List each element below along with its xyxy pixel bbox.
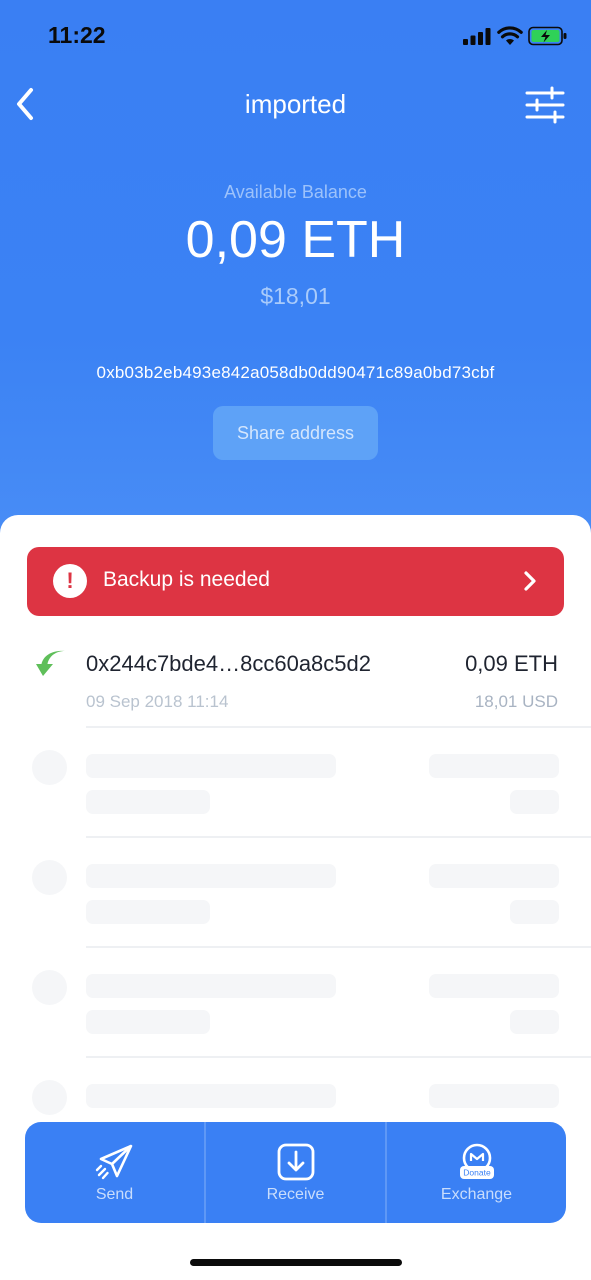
paper-plane-icon [95,1144,132,1180]
exchange-label: Exchange [440,1186,513,1203]
backup-needed-banner[interactable]: ! Backup is needed [27,547,564,616]
row-divider [86,726,591,728]
skeleton-line [86,900,210,924]
nav-bar: imported [0,80,591,130]
skeleton-line [86,974,336,998]
skeleton-line [429,1084,559,1108]
settings-button[interactable] [524,86,566,124]
status-time: 11:22 [48,22,106,48]
wallet-title: imported [244,89,347,119]
skeleton-line [86,1010,210,1034]
skeleton-avatar [32,750,67,785]
exclamation-icon: ! [53,564,87,598]
skeleton-line [429,974,559,998]
status-bar: 11:22 [0,0,591,70]
battery-charging-icon [528,26,567,46]
cellular-signal-icon [463,28,491,45]
row-divider [86,1056,591,1058]
skeleton-line [510,1010,559,1034]
balance-fiat: $18,01 [260,283,331,309]
receive-button[interactable]: Receive [204,1122,385,1223]
skeleton-avatar [32,970,67,1005]
transaction-row[interactable]: 0x244c7bde4…8cc60a8c5d2 0,09 ETH 09 Sep … [0,636,591,728]
home-indicator[interactable] [190,1259,402,1266]
skeleton-line [86,864,336,888]
skeleton-line [510,790,559,814]
wallet-address[interactable]: 0xb03b2eb493e842a058db0dd90471c89a0bd73c… [0,363,591,383]
backup-banner-text: Backup is needed [103,568,270,591]
action-bar: Send Receive Donate Exchange [25,1122,566,1223]
send-button[interactable]: Send [25,1122,204,1223]
incoming-arrow-icon [36,650,65,676]
skeleton-line [429,754,559,778]
skeleton-line [86,1084,336,1108]
row-divider [86,946,591,948]
share-address-button[interactable]: Share address [213,406,378,460]
transaction-fiat: 18,01 USD [474,692,558,711]
donate-badge: Donate [463,1168,491,1178]
skeleton-line [86,790,210,814]
balance-amount: 0,09 ETH [185,211,406,269]
sliders-icon [525,86,565,124]
skeleton-avatar [32,860,67,895]
transaction-hash: 0x244c7bde4…8cc60a8c5d2 [86,651,372,676]
exchange-button[interactable]: Donate Exchange [385,1122,566,1223]
download-box-icon [277,1143,314,1181]
donate-exchange-icon: Donate [459,1143,494,1179]
receive-label: Receive [266,1186,325,1203]
row-divider [86,836,591,838]
wifi-icon [497,26,523,45]
chevron-right-icon [524,571,536,591]
skeleton-avatar [32,1080,67,1115]
transaction-amount: 0,09 ETH [465,651,558,676]
skeleton-line [429,864,559,888]
send-label: Send [95,1186,134,1203]
transaction-date: 09 Sep 2018 11:14 [86,692,229,711]
balance-label: Available Balance [224,182,367,202]
skeleton-line [510,900,559,924]
skeleton-line [86,754,336,778]
